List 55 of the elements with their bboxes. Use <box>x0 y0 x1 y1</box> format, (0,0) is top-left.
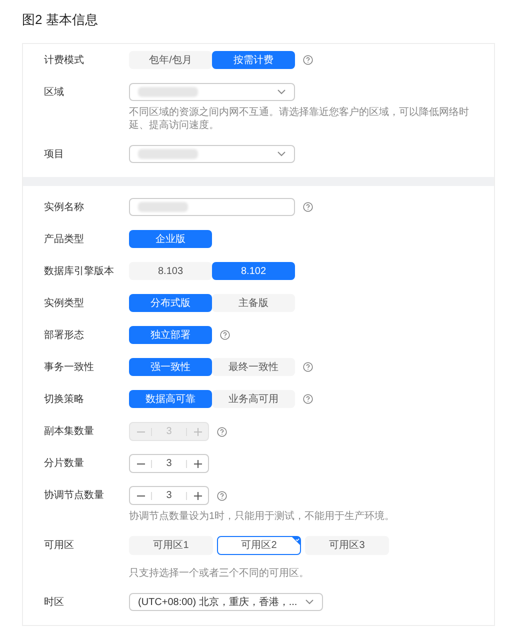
help-icon[interactable] <box>220 330 230 340</box>
field-label: 副本集数量 <box>43 424 95 439</box>
select-field[interactable]: (UTC+08:00) 北京，重庆，香港，... <box>129 593 324 611</box>
chevron-down-icon <box>305 599 314 605</box>
field-label: 切换策略 <box>43 392 85 407</box>
select-field[interactable] <box>129 145 295 163</box>
field-label: 数据库引擎版本 <box>43 264 115 279</box>
segment-option[interactable]: 8.103 <box>129 262 212 280</box>
field-label: 实例类型 <box>43 296 85 311</box>
figure-title: 图2 基本信息 <box>22 11 99 29</box>
number-stepper[interactable]: 3 <box>129 454 209 473</box>
chevron-down-icon <box>277 151 286 157</box>
field-label: 实例名称 <box>43 200 85 215</box>
help-icon[interactable] <box>303 394 313 404</box>
corner-check-icon <box>292 537 300 545</box>
field-label: 时区 <box>43 596 65 610</box>
field-label: 协调节点数量 <box>43 488 105 503</box>
select-value: (UTC+08:00) 北京，重庆，香港，... <box>138 596 298 610</box>
segment-option[interactable]: 8.102 <box>212 262 295 280</box>
help-icon[interactable] <box>303 55 313 65</box>
zone-option[interactable]: 可用区2 <box>217 536 301 555</box>
field-label: 计费模式 <box>43 54 85 68</box>
segment-option[interactable]: 业务高可用 <box>212 390 295 408</box>
field-label: 分片数量 <box>43 456 85 471</box>
segment-option[interactable]: 最终一致性 <box>212 358 295 376</box>
segment-option[interactable]: 按需计费 <box>212 51 295 69</box>
field-label: 可用区 <box>43 539 75 553</box>
input-field[interactable] <box>129 198 295 216</box>
help-icon[interactable] <box>217 490 227 500</box>
hint-text: 协调节点数量设为1时，只能用于测试，不能用于生产环境。 <box>129 510 396 523</box>
field-label: 区域 <box>43 86 65 100</box>
help-icon[interactable] <box>303 202 313 212</box>
segment-option[interactable]: 分布式版 <box>129 294 212 312</box>
hint-text: 不同区域的资源之间内网不互通。请选择靠近您客户的区域，可以降低网络时延、提高访问速度。 <box>129 106 470 132</box>
select-field[interactable] <box>129 83 295 101</box>
help-icon[interactable] <box>303 362 313 372</box>
field-label: 产品类型 <box>43 232 85 247</box>
field-label: 项目 <box>43 148 65 162</box>
plus-icon[interactable] <box>194 492 202 500</box>
plus-icon[interactable] <box>194 460 202 468</box>
field-label: 事务一致性 <box>43 360 95 375</box>
hint-text: 只支持选择一个或者三个不同的可用区。 <box>129 567 310 580</box>
chevron-down-icon <box>277 89 286 95</box>
stepper-value: 3 <box>165 489 173 503</box>
segment-option[interactable]: 数据高可靠 <box>129 390 212 408</box>
segment-option[interactable]: 独立部署 <box>129 326 212 344</box>
segment-option[interactable]: 强一致性 <box>129 358 212 376</box>
field-label: 部署形态 <box>43 328 85 343</box>
segment-option[interactable]: 企业版 <box>129 230 212 248</box>
segment-option[interactable]: 包年/包月 <box>129 51 212 69</box>
segment-option[interactable]: 主备版 <box>212 294 295 312</box>
stepper-value: 3 <box>165 457 173 471</box>
zone-option[interactable]: 可用区1 <box>129 536 213 555</box>
number-stepper[interactable]: 3 <box>129 486 209 505</box>
zone-option[interactable]: 可用区3 <box>305 536 389 555</box>
